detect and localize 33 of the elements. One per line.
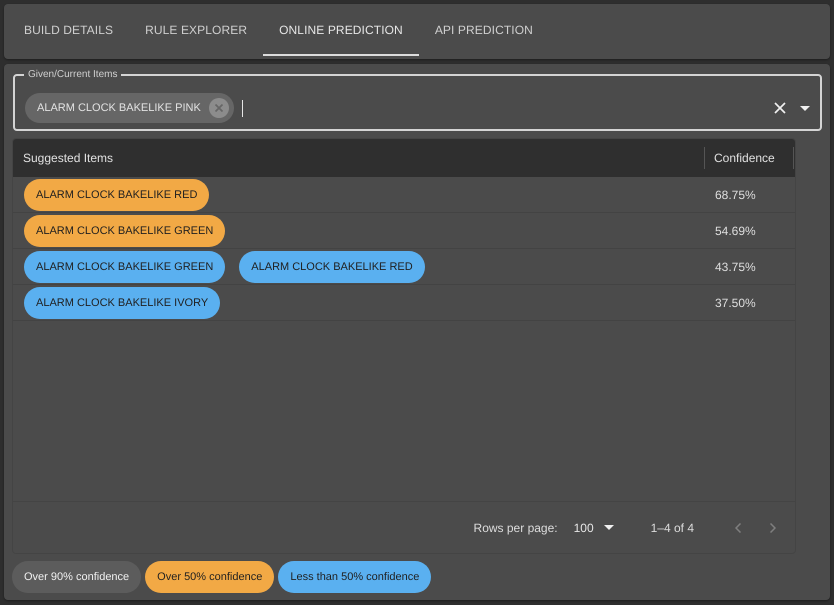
confidence-cell-text: 37.50%	[714, 296, 757, 310]
remove-icon[interactable]	[208, 98, 229, 118]
caret-icon	[800, 106, 810, 110]
suggested-item-chip: ALARM CLOCK BAKELIKE RED	[239, 250, 425, 282]
tab[interactable]: RULE EXPLORER	[129, 4, 264, 56]
legend-chip: Less than 50% confidence	[278, 561, 432, 593]
clear-button[interactable]	[774, 102, 786, 114]
suggested-item-chip: ALARM CLOCK BAKELIKE IVORY	[24, 286, 220, 318]
legend-chip: Over 90% confidence	[12, 561, 142, 593]
legend-chip: Over 50% confidence	[145, 561, 274, 593]
confidence-cell-text: 43.75%	[714, 260, 757, 274]
confidence-cell-text: 54.69%	[714, 224, 757, 238]
column-header[interactable]: Confidence	[714, 151, 775, 165]
suggested-item-chip: ALARM CLOCK BAKELIKE GREEN	[24, 250, 226, 282]
rows-per-page-label: Rows per page:	[474, 520, 558, 534]
caret-icon	[604, 525, 614, 530]
item-chip[interactable]: ALARM CLOCK BAKELIKE PINK	[25, 93, 234, 123]
dropdown-button[interactable]	[800, 106, 810, 110]
chip-label: ALARM CLOCK BAKELIKE PINK	[37, 102, 201, 114]
page-range: 1–4 of 4	[650, 520, 694, 534]
suggested-item-chip: ALARM CLOCK BAKELIKE RED	[24, 178, 210, 210]
given-items-field[interactable]: Given/Current Items ALARM CLOCK BAKELIKE PINK	[13, 69, 822, 131]
chevron-right-icon	[770, 522, 776, 532]
confidence-cell-text: 68.75%	[714, 188, 757, 202]
suggested-item-chip: ALARM CLOCK BAKELIKE GREEN	[24, 214, 226, 246]
tab[interactable]: BUILD DETAILS	[8, 4, 130, 56]
close-icon	[774, 102, 786, 114]
tab[interactable]: API PREDICTION	[418, 4, 549, 56]
rows-per-page-select[interactable]: 100	[574, 520, 618, 534]
chevron-left-icon	[735, 522, 741, 532]
column-header[interactable]: Suggested Items	[23, 151, 114, 165]
field-label: Given/Current Items	[27, 69, 118, 81]
tab[interactable]: ONLINE PREDICTION	[263, 4, 419, 56]
